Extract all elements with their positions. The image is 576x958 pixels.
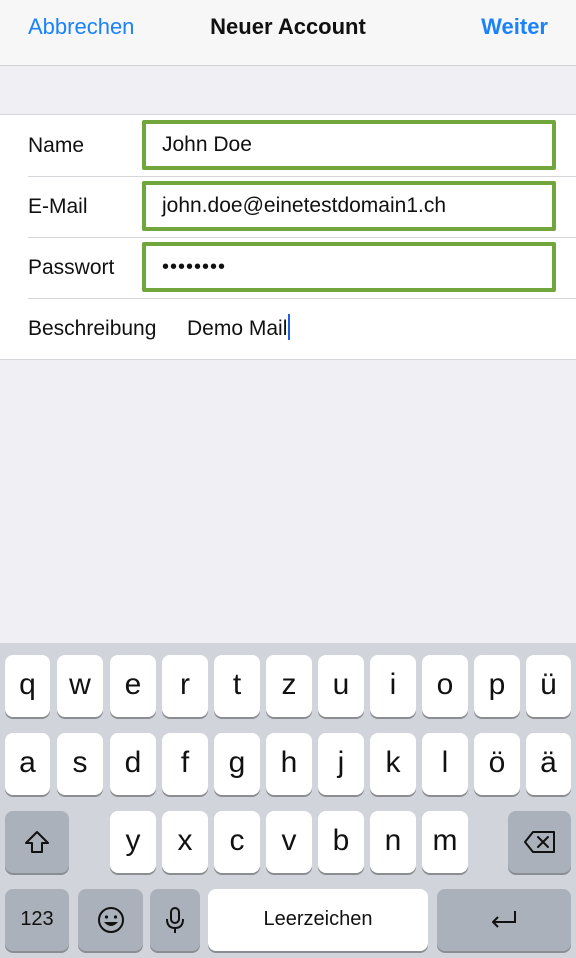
key-c[interactable]: c (214, 811, 260, 873)
key-r[interactable]: r (162, 655, 208, 717)
account-form: Name John Doe E-Mail john.doe@einetestdo… (0, 114, 576, 360)
return-key[interactable] (437, 889, 571, 951)
key-e[interactable]: e (110, 655, 156, 717)
key-f[interactable]: f (162, 733, 208, 795)
email-label: E-Mail (28, 195, 88, 218)
key-w[interactable]: w (57, 655, 103, 717)
key-z[interactable]: z (266, 655, 312, 717)
shift-icon (25, 831, 49, 853)
key-m[interactable]: m (422, 811, 468, 873)
email-value: john.doe@einetestdomain1.ch (162, 194, 447, 217)
email-field[interactable]: john.doe@einetestdomain1.ch (142, 181, 556, 231)
key-g[interactable]: g (214, 733, 260, 795)
description-row[interactable]: Beschreibung Demo Mail (0, 298, 576, 359)
description-field[interactable]: Demo Mail (187, 298, 291, 359)
key-l[interactable]: l (422, 733, 468, 795)
key-u-umlaut[interactable]: ü (526, 655, 571, 717)
key-x[interactable]: x (162, 811, 208, 873)
name-value: John Doe (162, 133, 252, 156)
key-a-umlaut[interactable]: ä (526, 733, 571, 795)
key-u[interactable]: u (318, 655, 364, 717)
key-b[interactable]: b (318, 811, 364, 873)
emoji-key[interactable] (78, 889, 143, 951)
key-h[interactable]: h (266, 733, 312, 795)
numbers-key[interactable]: 123 (5, 889, 69, 951)
key-v[interactable]: v (266, 811, 312, 873)
key-i[interactable]: i (370, 655, 416, 717)
name-field[interactable]: John Doe (142, 120, 556, 170)
password-row: Passwort •••••••• (0, 237, 576, 298)
text-cursor (288, 314, 291, 341)
key-t[interactable]: t (214, 655, 260, 717)
key-k[interactable]: k (370, 733, 416, 795)
microphone-key[interactable] (150, 889, 200, 951)
key-q[interactable]: q (5, 655, 50, 717)
key-n[interactable]: n (370, 811, 416, 873)
key-j[interactable]: j (318, 733, 364, 795)
navigation-bar: Abbrechen Neuer Account Weiter (0, 0, 576, 66)
emoji-icon (97, 907, 124, 933)
return-icon (492, 911, 516, 928)
space-key[interactable]: Leerzeichen (208, 889, 428, 951)
key-a[interactable]: a (5, 733, 50, 795)
description-value: Demo Mail (187, 317, 288, 340)
next-button[interactable]: Weiter (481, 14, 548, 40)
password-label: Passwort (28, 256, 115, 279)
key-y[interactable]: y (110, 811, 156, 873)
description-label: Beschreibung (28, 317, 157, 340)
key-o-umlaut[interactable]: ö (474, 733, 520, 795)
password-value: •••••••• (162, 256, 227, 278)
email-row: E-Mail john.doe@einetestdomain1.ch (0, 176, 576, 237)
microphone-icon (166, 907, 184, 933)
password-field[interactable]: •••••••• (142, 242, 556, 292)
name-row: Name John Doe (0, 115, 576, 176)
key-p[interactable]: p (474, 655, 520, 717)
name-label: Name (28, 134, 85, 157)
shift-key[interactable] (5, 811, 69, 873)
key-s[interactable]: s (57, 733, 103, 795)
key-o[interactable]: o (422, 655, 468, 717)
keyboard: q w e r t z u i o p ü a s d f g h j k l … (0, 643, 576, 958)
backspace-key[interactable] (508, 811, 571, 873)
backspace-icon (523, 831, 555, 853)
key-d[interactable]: d (110, 733, 156, 795)
